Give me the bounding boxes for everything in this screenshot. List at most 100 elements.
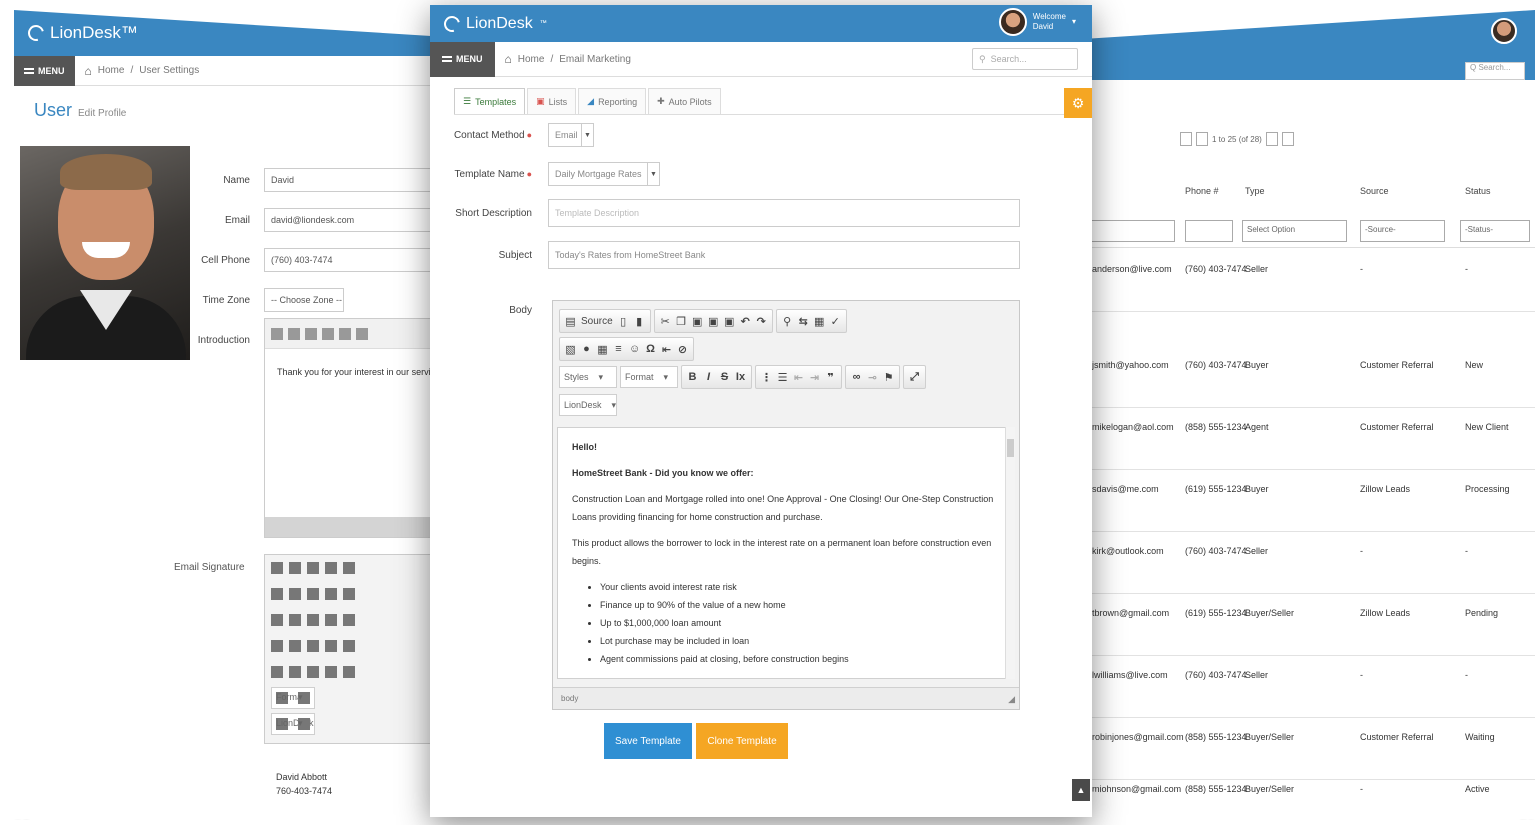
templates-doc-icon[interactable]: ▮ bbox=[634, 315, 645, 328]
source-icon[interactable] bbox=[271, 562, 283, 574]
pager-prev-button[interactable] bbox=[1196, 132, 1208, 146]
spellcheck-icon[interactable]: ✓ bbox=[830, 315, 841, 328]
italic-icon[interactable] bbox=[289, 614, 301, 626]
pager-first-button[interactable] bbox=[1180, 132, 1192, 146]
special-char-icon[interactable]: Ω bbox=[645, 343, 656, 355]
table-row[interactable]: anderson@live.com (760) 403-7474 Seller … bbox=[1030, 250, 1535, 312]
page-break-icon[interactable]: ⇤ bbox=[661, 343, 672, 356]
paste-text-icon[interactable]: ▣ bbox=[708, 315, 719, 328]
sig-liondesk-combo[interactable]: LionDesk ▾ bbox=[271, 713, 315, 735]
row-email[interactable]: sdavis@me.com bbox=[1092, 484, 1159, 494]
avatar[interactable] bbox=[998, 8, 1027, 36]
image-icon[interactable]: ▧ bbox=[565, 343, 576, 356]
chevron-down-icon[interactable]: ▾ bbox=[1072, 17, 1076, 27]
gear-icon[interactable]: ⚙ bbox=[1064, 88, 1092, 118]
table-row[interactable]: sdavis@me.com (619) 555-1234 Buyer Zillo… bbox=[1030, 470, 1535, 532]
tab-templates[interactable]: ☰ Templates bbox=[454, 88, 526, 114]
undo-icon[interactable]: ↶ bbox=[740, 315, 751, 328]
redo-icon[interactable]: ↷ bbox=[756, 315, 767, 328]
right-search-input[interactable]: Q Search... bbox=[1465, 62, 1525, 80]
filter-phone-input[interactable] bbox=[1185, 220, 1233, 242]
redo-icon[interactable] bbox=[339, 327, 351, 340]
clone-template-button[interactable]: Clone Template bbox=[696, 723, 788, 759]
column-status[interactable]: Status bbox=[1465, 186, 1491, 196]
pager-last-button[interactable] bbox=[1281, 132, 1294, 146]
underline-icon[interactable] bbox=[307, 614, 319, 626]
flash-icon[interactable]: ● bbox=[581, 343, 592, 355]
filter-status-select[interactable]: -Status- bbox=[1460, 220, 1530, 242]
iframe-icon[interactable]: ⊘ bbox=[677, 343, 688, 356]
spellcheck-icon[interactable] bbox=[325, 588, 337, 600]
paste-icon[interactable] bbox=[305, 327, 317, 340]
new-page-icon[interactable] bbox=[307, 562, 319, 574]
outdent-icon[interactable]: ⇤ bbox=[793, 371, 804, 384]
row-email[interactable]: kirk@outlook.com bbox=[1092, 546, 1164, 556]
find-icon[interactable] bbox=[271, 588, 283, 600]
select-all-icon[interactable] bbox=[307, 588, 319, 600]
source-icon[interactable]: ▤ bbox=[565, 315, 576, 328]
template-name-select[interactable]: Daily Mortgage Rates ▼ bbox=[548, 162, 660, 186]
find-icon[interactable] bbox=[356, 327, 368, 340]
pager-next-button[interactable] bbox=[1265, 132, 1278, 146]
indent-icon[interactable]: ⇥ bbox=[809, 371, 820, 384]
table-row[interactable]: mjohnson@gmail.com (858) 555-1234 Buyer/… bbox=[1030, 770, 1535, 820]
anchor-icon[interactable] bbox=[307, 666, 319, 678]
column-type[interactable]: Type bbox=[1245, 186, 1265, 196]
styles-combo[interactable]: Styles ▾ bbox=[559, 366, 617, 388]
editor-content[interactable]: Hello! HomeStreet Bank - Did you know we… bbox=[557, 427, 1015, 679]
row-email[interactable]: mikelogan@aol.com bbox=[1092, 422, 1174, 432]
bold-icon[interactable] bbox=[271, 614, 283, 626]
table-icon[interactable] bbox=[325, 666, 337, 678]
smiley-icon[interactable]: ☺ bbox=[629, 343, 640, 355]
scroll-to-top-button[interactable]: ▲ bbox=[1072, 779, 1090, 801]
cut-icon[interactable] bbox=[271, 327, 283, 340]
subscript-icon[interactable] bbox=[343, 614, 355, 626]
scrollbar-thumb[interactable] bbox=[1007, 439, 1014, 457]
user-menu[interactable]: Welcome David ▾ bbox=[998, 8, 1076, 36]
preview-icon[interactable] bbox=[325, 562, 337, 574]
liondesk-fields-combo[interactable]: LionDesk ▾ bbox=[559, 394, 617, 416]
save-template-button[interactable]: Save Template bbox=[604, 723, 692, 759]
replace-icon[interactable]: ⇆ bbox=[798, 315, 809, 328]
time-zone-select[interactable]: -- Choose Zone -- bbox=[264, 288, 344, 312]
strike-icon[interactable] bbox=[325, 614, 337, 626]
blockquote-icon[interactable]: ❞ bbox=[825, 371, 836, 384]
search-input[interactable]: ⚲ Search... bbox=[972, 48, 1078, 70]
save-icon[interactable] bbox=[289, 562, 301, 574]
right-avatar[interactable] bbox=[1491, 18, 1517, 44]
new-page-icon[interactable]: ▯ bbox=[618, 315, 629, 328]
italic-icon[interactable]: I bbox=[703, 371, 714, 383]
outdent-icon[interactable] bbox=[307, 640, 319, 652]
profile-photo[interactable] bbox=[20, 146, 190, 360]
resize-handle-icon[interactable]: ◢ bbox=[1008, 694, 1015, 705]
horizontal-rule-icon[interactable]: ≡ bbox=[613, 343, 624, 355]
bullet-list-icon[interactable]: ☰ bbox=[777, 371, 788, 384]
subject-input[interactable]: Today's Rates from HomeStreet Bank bbox=[548, 241, 1020, 269]
tab-reporting[interactable]: ◢ Reporting bbox=[578, 88, 647, 114]
home-icon[interactable]: ⌂ bbox=[505, 52, 512, 66]
paste-icon[interactable]: ▣ bbox=[692, 315, 703, 328]
image-icon[interactable] bbox=[343, 588, 355, 600]
anchor-icon[interactable]: ⚑ bbox=[883, 371, 894, 384]
format-combo[interactable]: Format ▾ bbox=[620, 366, 678, 388]
replace-icon[interactable] bbox=[289, 588, 301, 600]
table-icon[interactable]: ▦ bbox=[597, 343, 608, 356]
left-logo[interactable]: LionDesk™ bbox=[25, 22, 138, 44]
strike-icon[interactable]: S bbox=[719, 371, 730, 383]
row-email[interactable]: jsmith@yahoo.com bbox=[1092, 360, 1169, 370]
row-email[interactable]: mjohnson@gmail.com bbox=[1092, 784, 1181, 794]
element-path[interactable]: body bbox=[561, 694, 578, 703]
sig-format-combo[interactable]: Format ▾ bbox=[271, 687, 315, 709]
blockquote-icon[interactable] bbox=[343, 640, 355, 652]
row-email[interactable]: anderson@live.com bbox=[1092, 264, 1172, 274]
source-button[interactable]: Source bbox=[581, 316, 613, 327]
left-breadcrumb-home[interactable]: Home bbox=[98, 65, 125, 76]
contact-method-select[interactable]: Email ▼ bbox=[548, 123, 594, 147]
print-icon[interactable] bbox=[343, 562, 355, 574]
filter-source-select[interactable]: -Source- bbox=[1360, 220, 1445, 242]
center-logo[interactable]: LionDesk ™ bbox=[441, 12, 547, 35]
paste-word-icon[interactable]: ▣ bbox=[724, 315, 735, 328]
table-row[interactable]: lwilliams@live.com (760) 403-7474 Seller… bbox=[1030, 656, 1535, 718]
unlink-icon[interactable] bbox=[289, 666, 301, 678]
link-icon[interactable]: ∞ bbox=[851, 371, 862, 383]
